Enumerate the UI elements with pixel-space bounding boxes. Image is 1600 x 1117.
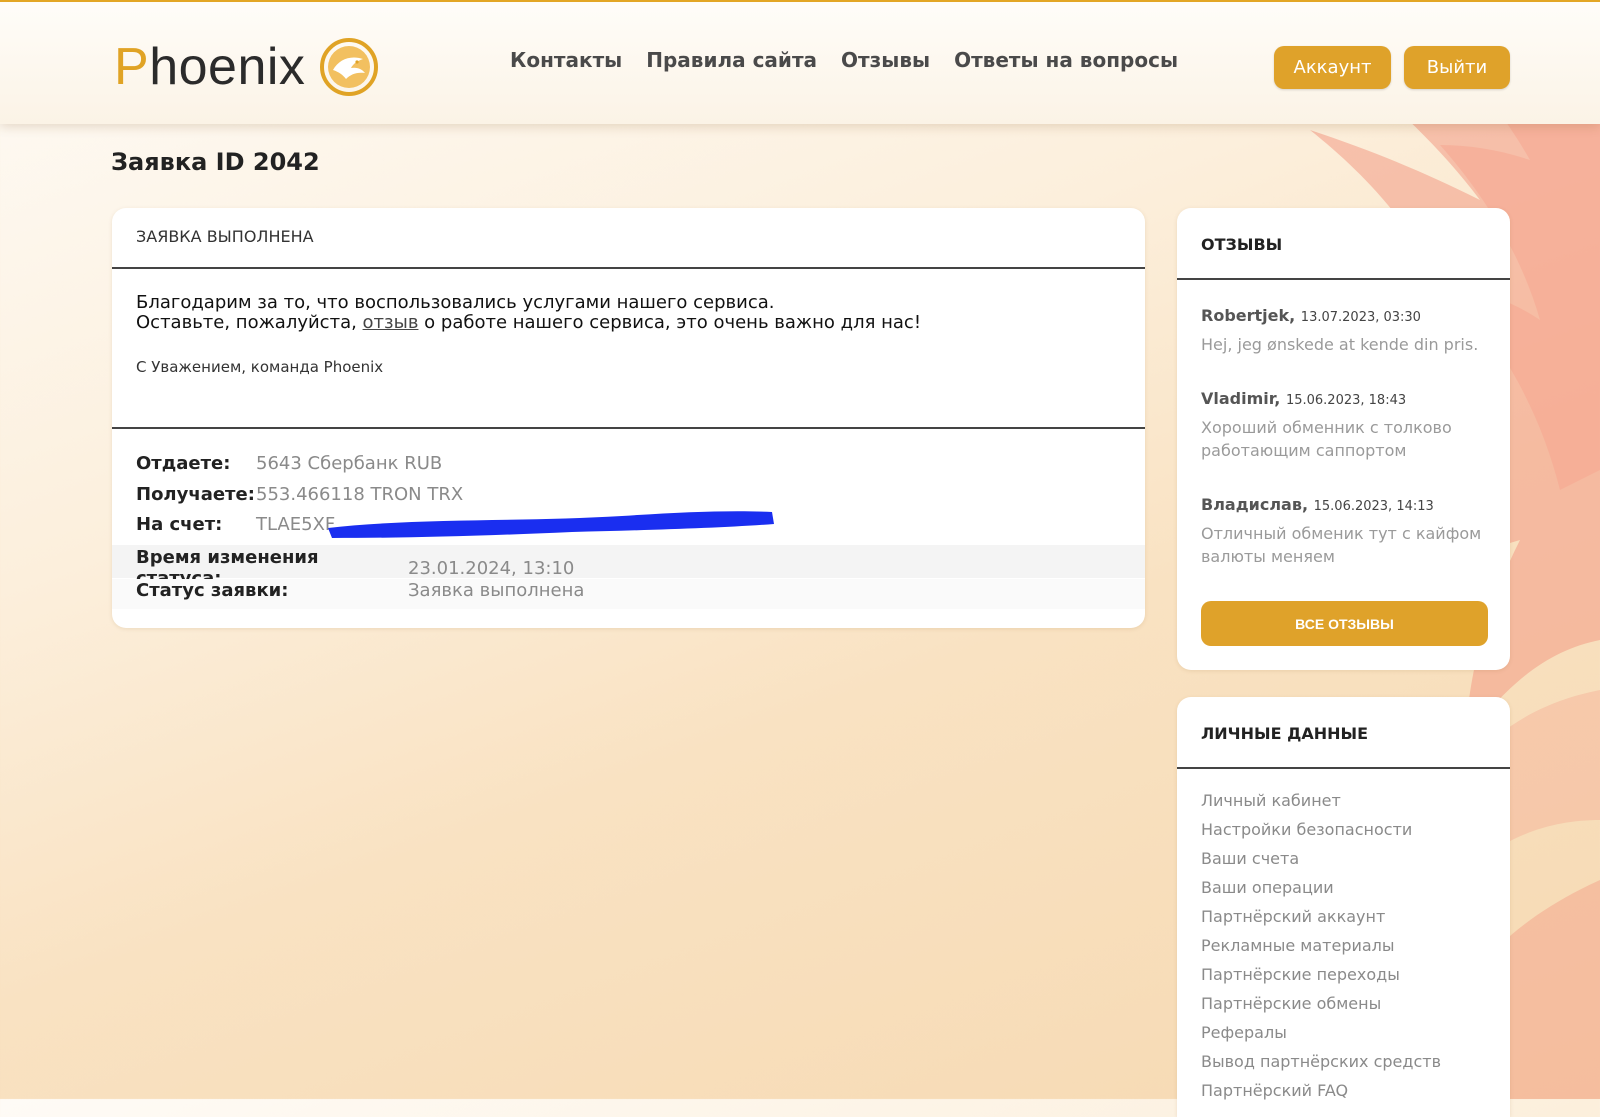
link-promo-materials[interactable]: Рекламные материалы [1201,936,1441,965]
link-partner-withdrawal[interactable]: Вывод партнёрских средств [1201,1052,1441,1081]
review-date: 15.06.2023, 14:13 [1313,499,1434,514]
link-personal-cabinet[interactable]: Личный кабинет [1201,791,1441,820]
review-text: Отличный обменик тут с кайфом валюты мен… [1201,524,1482,566]
reviews-heading: ОТЗЫВЫ [1177,208,1510,280]
account-button[interactable]: Аккаунт [1274,46,1391,89]
personal-links: Личный кабинет Настройки безопасности Ва… [1201,791,1441,1110]
link-referrals[interactable]: Рефералы [1201,1023,1441,1052]
review-date: 13.07.2023, 03:30 [1300,310,1421,325]
receive-row: Получаете: 553.466118 TRON TRX [136,484,463,505]
logo[interactable]: Phoenix [114,32,379,102]
link-security-settings[interactable]: Настройки безопасности [1201,820,1441,849]
review-author: Robertjek, 13.07.2023, 03:30 [1201,306,1421,325]
review-author: Владислав, 15.06.2023, 14:13 [1201,495,1434,514]
status-value: Заявка выполнена [408,580,585,601]
nav-reviews[interactable]: Отзывы [841,48,930,72]
personal-data-heading: ЛИЧНЫЕ ДАННЫЕ [1177,697,1510,769]
personal-data-card: ЛИЧНЫЕ ДАННЫЕ Личный кабинет Настройки б… [1177,697,1510,1117]
receive-value: 553.466118 TRON TRX [256,484,464,505]
review-link[interactable]: отзыв [363,312,419,333]
order-card: ЗАЯВКА ВЫПОЛНЕНА Благодарим за то, что в… [112,208,1145,628]
link-partner-account[interactable]: Партнёрский аккаунт [1201,907,1441,936]
give-label: Отдаете: [136,453,231,474]
review-author: Vladimir, 15.06.2023, 18:43 [1201,389,1407,408]
order-status-heading: ЗАЯВКА ВЫПОЛНЕНА [112,208,1145,269]
link-partner-faq[interactable]: Партнёрский FAQ [1201,1081,1441,1110]
logo-text: Phoenix [114,38,306,96]
review-text: Hej, jeg ønskede at kende din pris. [1201,335,1479,354]
redaction-scribble [328,511,774,538]
review-date: 15.06.2023, 18:43 [1285,393,1407,408]
give-value: 5643 Сбербанк RUB [256,453,443,474]
page-title: Заявка ID 2042 [111,148,320,176]
status-label: Статус заявки: [136,580,289,601]
status-row: Статус заявки: Заявка выполнена [136,580,584,601]
link-partner-clicks[interactable]: Партнёрские переходы [1201,965,1441,994]
review-item: Владислав, 15.06.2023, 14:13 Отличный об… [1201,495,1491,568]
review-text: Хороший обменник с толково работающим са… [1201,418,1452,460]
leave-review-text: Оставьте, пожалуйста, отзыв о работе наш… [136,312,922,333]
reviews-card: ОТЗЫВЫ Robertjek, 13.07.2023, 03:30 Hej,… [1177,208,1510,670]
link-your-operations[interactable]: Ваши операции [1201,878,1441,907]
site-header: Phoenix Контакты Правила сайта Отзывы От… [0,0,1600,124]
nav-contacts[interactable]: Контакты [510,48,622,72]
review-item: Robertjek, 13.07.2023, 03:30 Hej, jeg øn… [1201,306,1491,356]
receive-label: Получаете: [136,484,255,505]
all-reviews-button[interactable]: ВСЕ ОТЗЫВЫ [1201,601,1488,646]
account-label: На счет: [136,514,223,535]
main-nav: Контакты Правила сайта Отзывы Ответы на … [510,48,1178,72]
link-your-accounts[interactable]: Ваши счета [1201,849,1441,878]
review-item: Vladimir, 15.06.2023, 18:43 Хороший обме… [1201,389,1491,462]
account-row: На счет: TLAE5XF [136,514,335,535]
order-message: Благодарим за то, что воспользовались ус… [112,269,1145,429]
phoenix-logo-icon [320,38,379,96]
give-row: Отдаете: 5643 Сбербанк RUB [136,453,442,474]
nav-faq[interactable]: Ответы на вопросы [954,48,1178,72]
status-time-value: 23.01.2024, 13:10 [408,557,575,579]
link-partner-exchanges[interactable]: Партнёрские обмены [1201,994,1441,1023]
logout-button[interactable]: Выйти [1404,46,1510,89]
nav-rules[interactable]: Правила сайта [646,48,817,72]
thanks-text: Благодарим за то, что воспользовались ус… [136,292,775,313]
signature: С Уважением, команда Phoenix [136,358,384,376]
